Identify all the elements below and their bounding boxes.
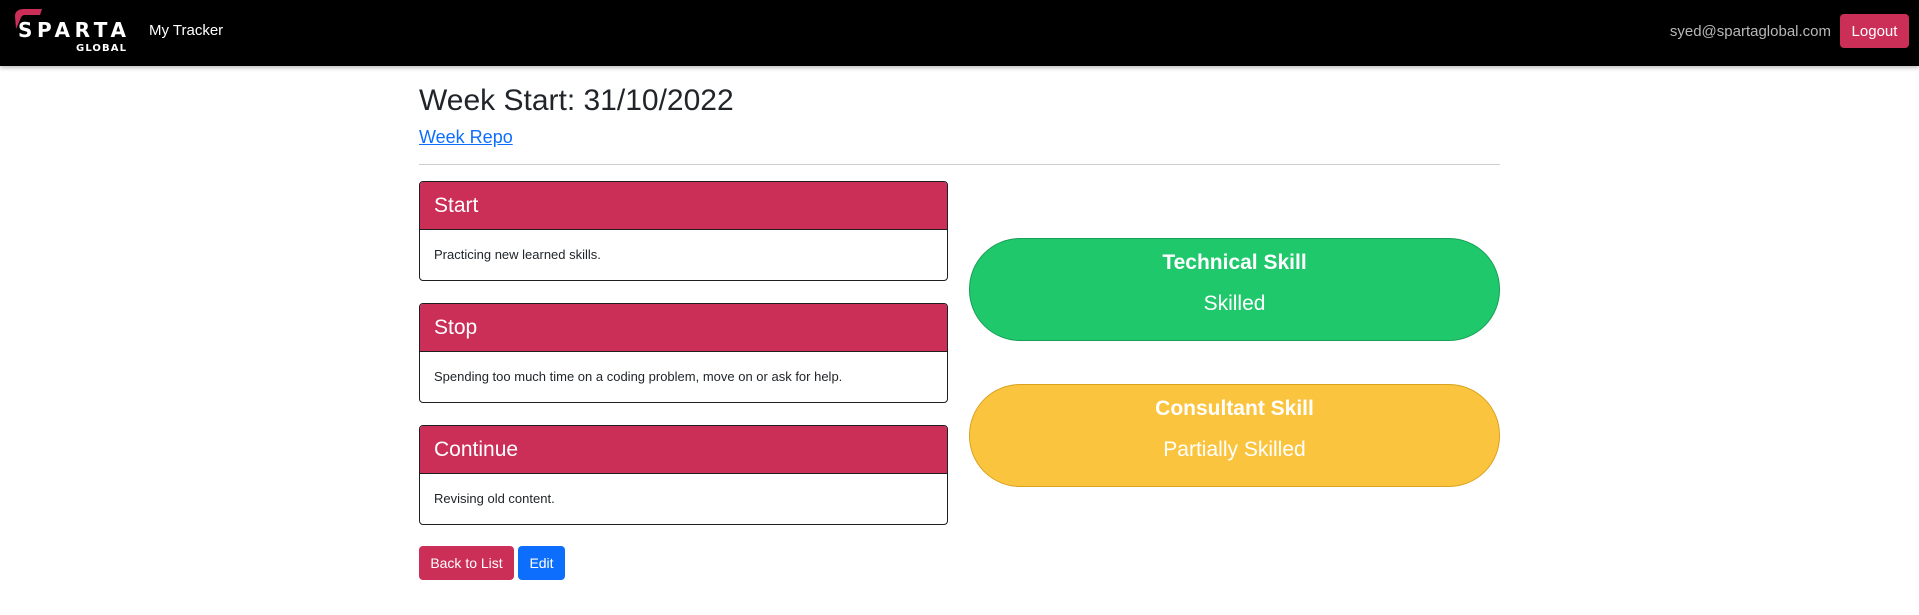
page-title: Week Start: 31/10/2022 [419,84,734,117]
logout-button[interactable]: Logout [1840,14,1909,48]
continue-card-body: Revising old content. [434,491,555,506]
svg-text:GLOBAL: GLOBAL [76,43,127,54]
divider [419,164,1500,165]
my-tracker-link[interactable]: My Tracker [149,22,223,39]
back-to-list-button[interactable]: Back to List [419,546,514,580]
stop-card-header: Stop [420,304,947,352]
start-card-body: Practicing new learned skills. [434,247,601,262]
top-navbar: SPARTA GLOBAL My Tracker syed@spartaglob… [0,0,1919,66]
technical-skill-badge: Technical Skill Skilled [969,238,1500,341]
consultant-skill-title: Consultant Skill [1155,397,1314,420]
consultant-skill-badge: Consultant Skill Partially Skilled [969,384,1500,487]
continue-card-header: Continue [420,426,947,474]
sparta-global-logo[interactable]: SPARTA GLOBAL [12,8,132,54]
week-repo-link[interactable]: Week Repo [419,127,513,148]
stop-card: Stop Spending too much time on a coding … [419,303,948,403]
user-email: syed@spartaglobal.com [1669,23,1831,40]
edit-button[interactable]: Edit [518,546,565,580]
start-card: Start Practicing new learned skills. [419,181,948,281]
technical-skill-title: Technical Skill [1162,251,1307,274]
svg-text:SPARTA: SPARTA [18,18,127,42]
consultant-skill-level: Partially Skilled [1163,438,1306,461]
start-card-header: Start [420,182,947,230]
stop-card-body: Spending too much time on a coding probl… [434,369,843,384]
continue-card: Continue Revising old content. [419,425,948,525]
technical-skill-level: Skilled [1203,292,1266,315]
